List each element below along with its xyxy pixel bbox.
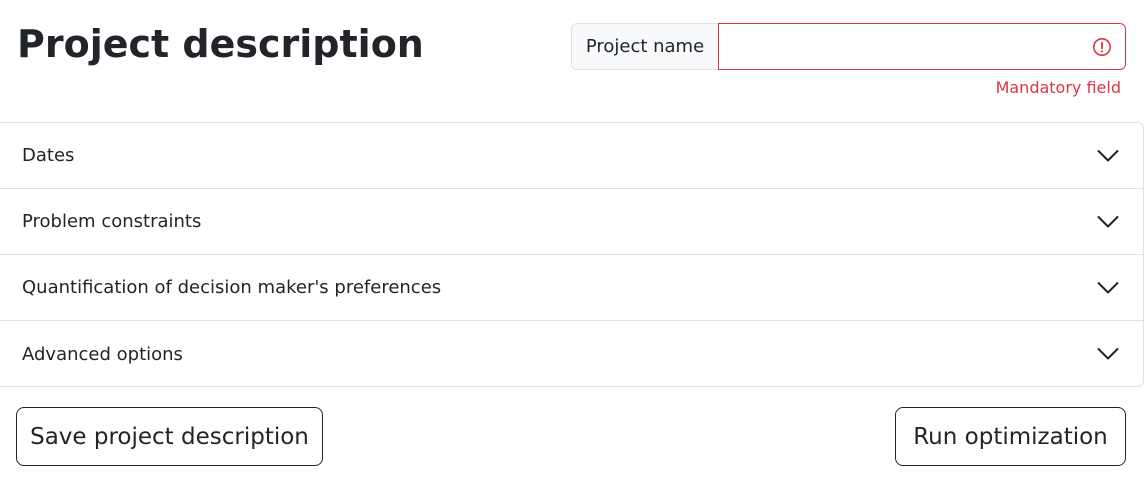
- chevron-down-icon: [1097, 281, 1119, 293]
- accordion-item-advanced-options[interactable]: Advanced options: [0, 321, 1143, 386]
- run-optimization-button[interactable]: Run optimization: [895, 407, 1126, 466]
- project-name-input[interactable]: [718, 23, 1126, 70]
- chevron-down-icon: [1097, 215, 1119, 227]
- accordion-item-problem-constraints[interactable]: Problem constraints: [0, 189, 1143, 255]
- accordion-item-label: Quantification of decision maker's prefe…: [22, 277, 442, 298]
- settings-accordion: Dates Problem constraints Quantification…: [0, 122, 1144, 387]
- project-name-group: Project name: [571, 23, 1126, 70]
- accordion-item-label: Problem constraints: [22, 211, 202, 232]
- page-title: Project description: [17, 22, 424, 66]
- error-icon: [1093, 38, 1111, 56]
- project-name-label: Project name: [571, 23, 718, 70]
- chevron-down-icon: [1097, 348, 1119, 360]
- chevron-down-icon: [1097, 149, 1119, 161]
- accordion-item-preferences[interactable]: Quantification of decision maker's prefe…: [0, 255, 1143, 321]
- accordion-item-label: Dates: [22, 145, 75, 166]
- accordion-item-label: Advanced options: [22, 343, 183, 365]
- accordion-item-dates[interactable]: Dates: [0, 123, 1143, 189]
- save-project-description-button[interactable]: Save project description: [16, 407, 323, 466]
- mandatory-field-feedback: Mandatory field: [995, 78, 1121, 97]
